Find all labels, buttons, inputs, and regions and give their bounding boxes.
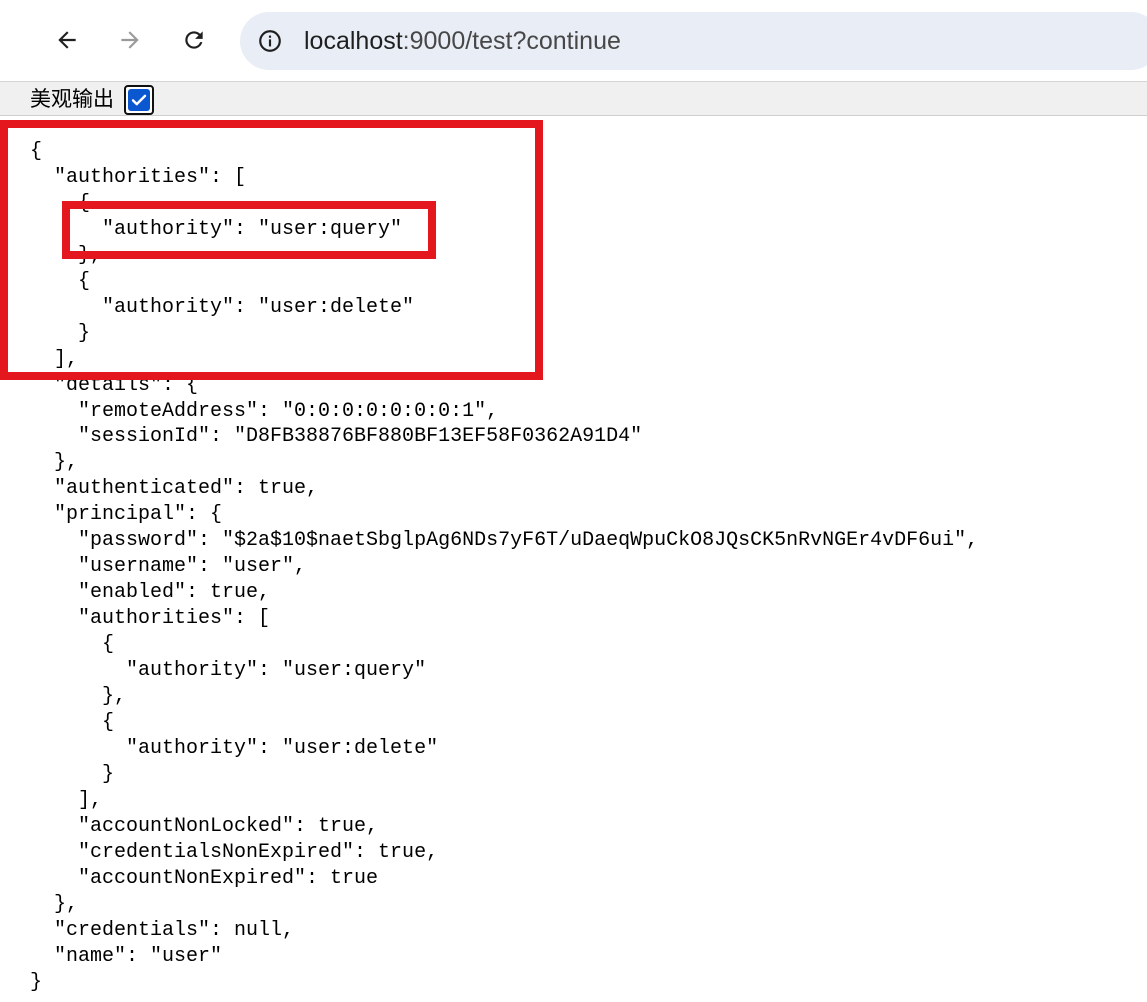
json-line: ], — [30, 347, 79, 371]
json-line: "authority": "user:delete" — [30, 295, 415, 319]
json-line: "credentialsNonExpired": true, — [30, 840, 439, 864]
json-line: "enabled": true, — [30, 581, 271, 605]
json-line: "accountNonExpired": true — [30, 866, 379, 890]
checkbox-fill — [128, 89, 150, 111]
json-line: "accountNonLocked": true, — [30, 814, 379, 838]
json-line: "authority": "user:query" — [30, 659, 427, 683]
url-text[interactable]: localhost:9000/test?continue — [304, 25, 621, 57]
json-line: { — [30, 140, 43, 163]
pretty-print-label: 美观输出 — [30, 87, 114, 111]
browser-toolbar: localhost:9000/test?continue — [0, 0, 1147, 82]
json-line: { — [30, 633, 115, 657]
json-line: } — [30, 762, 115, 786]
json-line: "authority": "user:delete" — [30, 736, 439, 760]
arrow-right-icon — [121, 31, 139, 49]
json-line: "sessionId": "D8FB38876BF880BF13EF58F036… — [30, 425, 643, 449]
forward-button[interactable] — [110, 20, 150, 60]
json-line: "username": "user", — [30, 555, 307, 579]
json-line: "credentials": null, — [30, 918, 295, 942]
json-line: { — [30, 710, 115, 734]
url-host: localhost — [304, 27, 403, 55]
back-button[interactable] — [47, 20, 87, 60]
json-line: ], — [30, 788, 103, 812]
json-line: "authorities": [ — [30, 165, 247, 189]
reload-button[interactable] — [174, 20, 214, 60]
site-info-button[interactable] — [254, 25, 286, 57]
json-line: "name": "user" — [30, 944, 223, 968]
pretty-print-checkbox[interactable] — [124, 85, 154, 115]
json-line: "authenticated": true, — [30, 477, 319, 501]
json-line: "remoteAddress": "0:0:0:0:0:0:0:1", — [30, 399, 499, 423]
json-line: "authority": "user:query" — [30, 217, 403, 241]
json-line: }, — [30, 685, 127, 709]
json-line: }, — [30, 892, 79, 916]
arrow-left-icon — [58, 31, 76, 49]
json-viewer-options-bar: 美观输出 — [0, 82, 1147, 116]
json-line: { — [30, 269, 91, 293]
json-line: } — [30, 321, 91, 345]
json-line: } — [30, 970, 43, 994]
json-line: { — [30, 191, 91, 215]
address-bar[interactable]: localhost:9000/test?continue — [240, 12, 1147, 70]
json-output: { "authorities": [ { "authority": "user:… — [30, 139, 978, 995]
reload-icon — [185, 31, 203, 49]
url-path: :9000/test?continue — [402, 27, 621, 55]
json-line: "authorities": [ — [30, 607, 271, 631]
json-line: }, — [30, 243, 103, 267]
json-line: "password": "$2a$10$naetSbglpAg6NDs7yF6T… — [30, 529, 979, 553]
json-line: }, — [30, 451, 79, 475]
check-icon — [131, 94, 147, 106]
json-line: "principal": { — [30, 503, 223, 527]
info-circle-icon — [259, 30, 281, 52]
json-line: "details": { — [30, 373, 199, 397]
